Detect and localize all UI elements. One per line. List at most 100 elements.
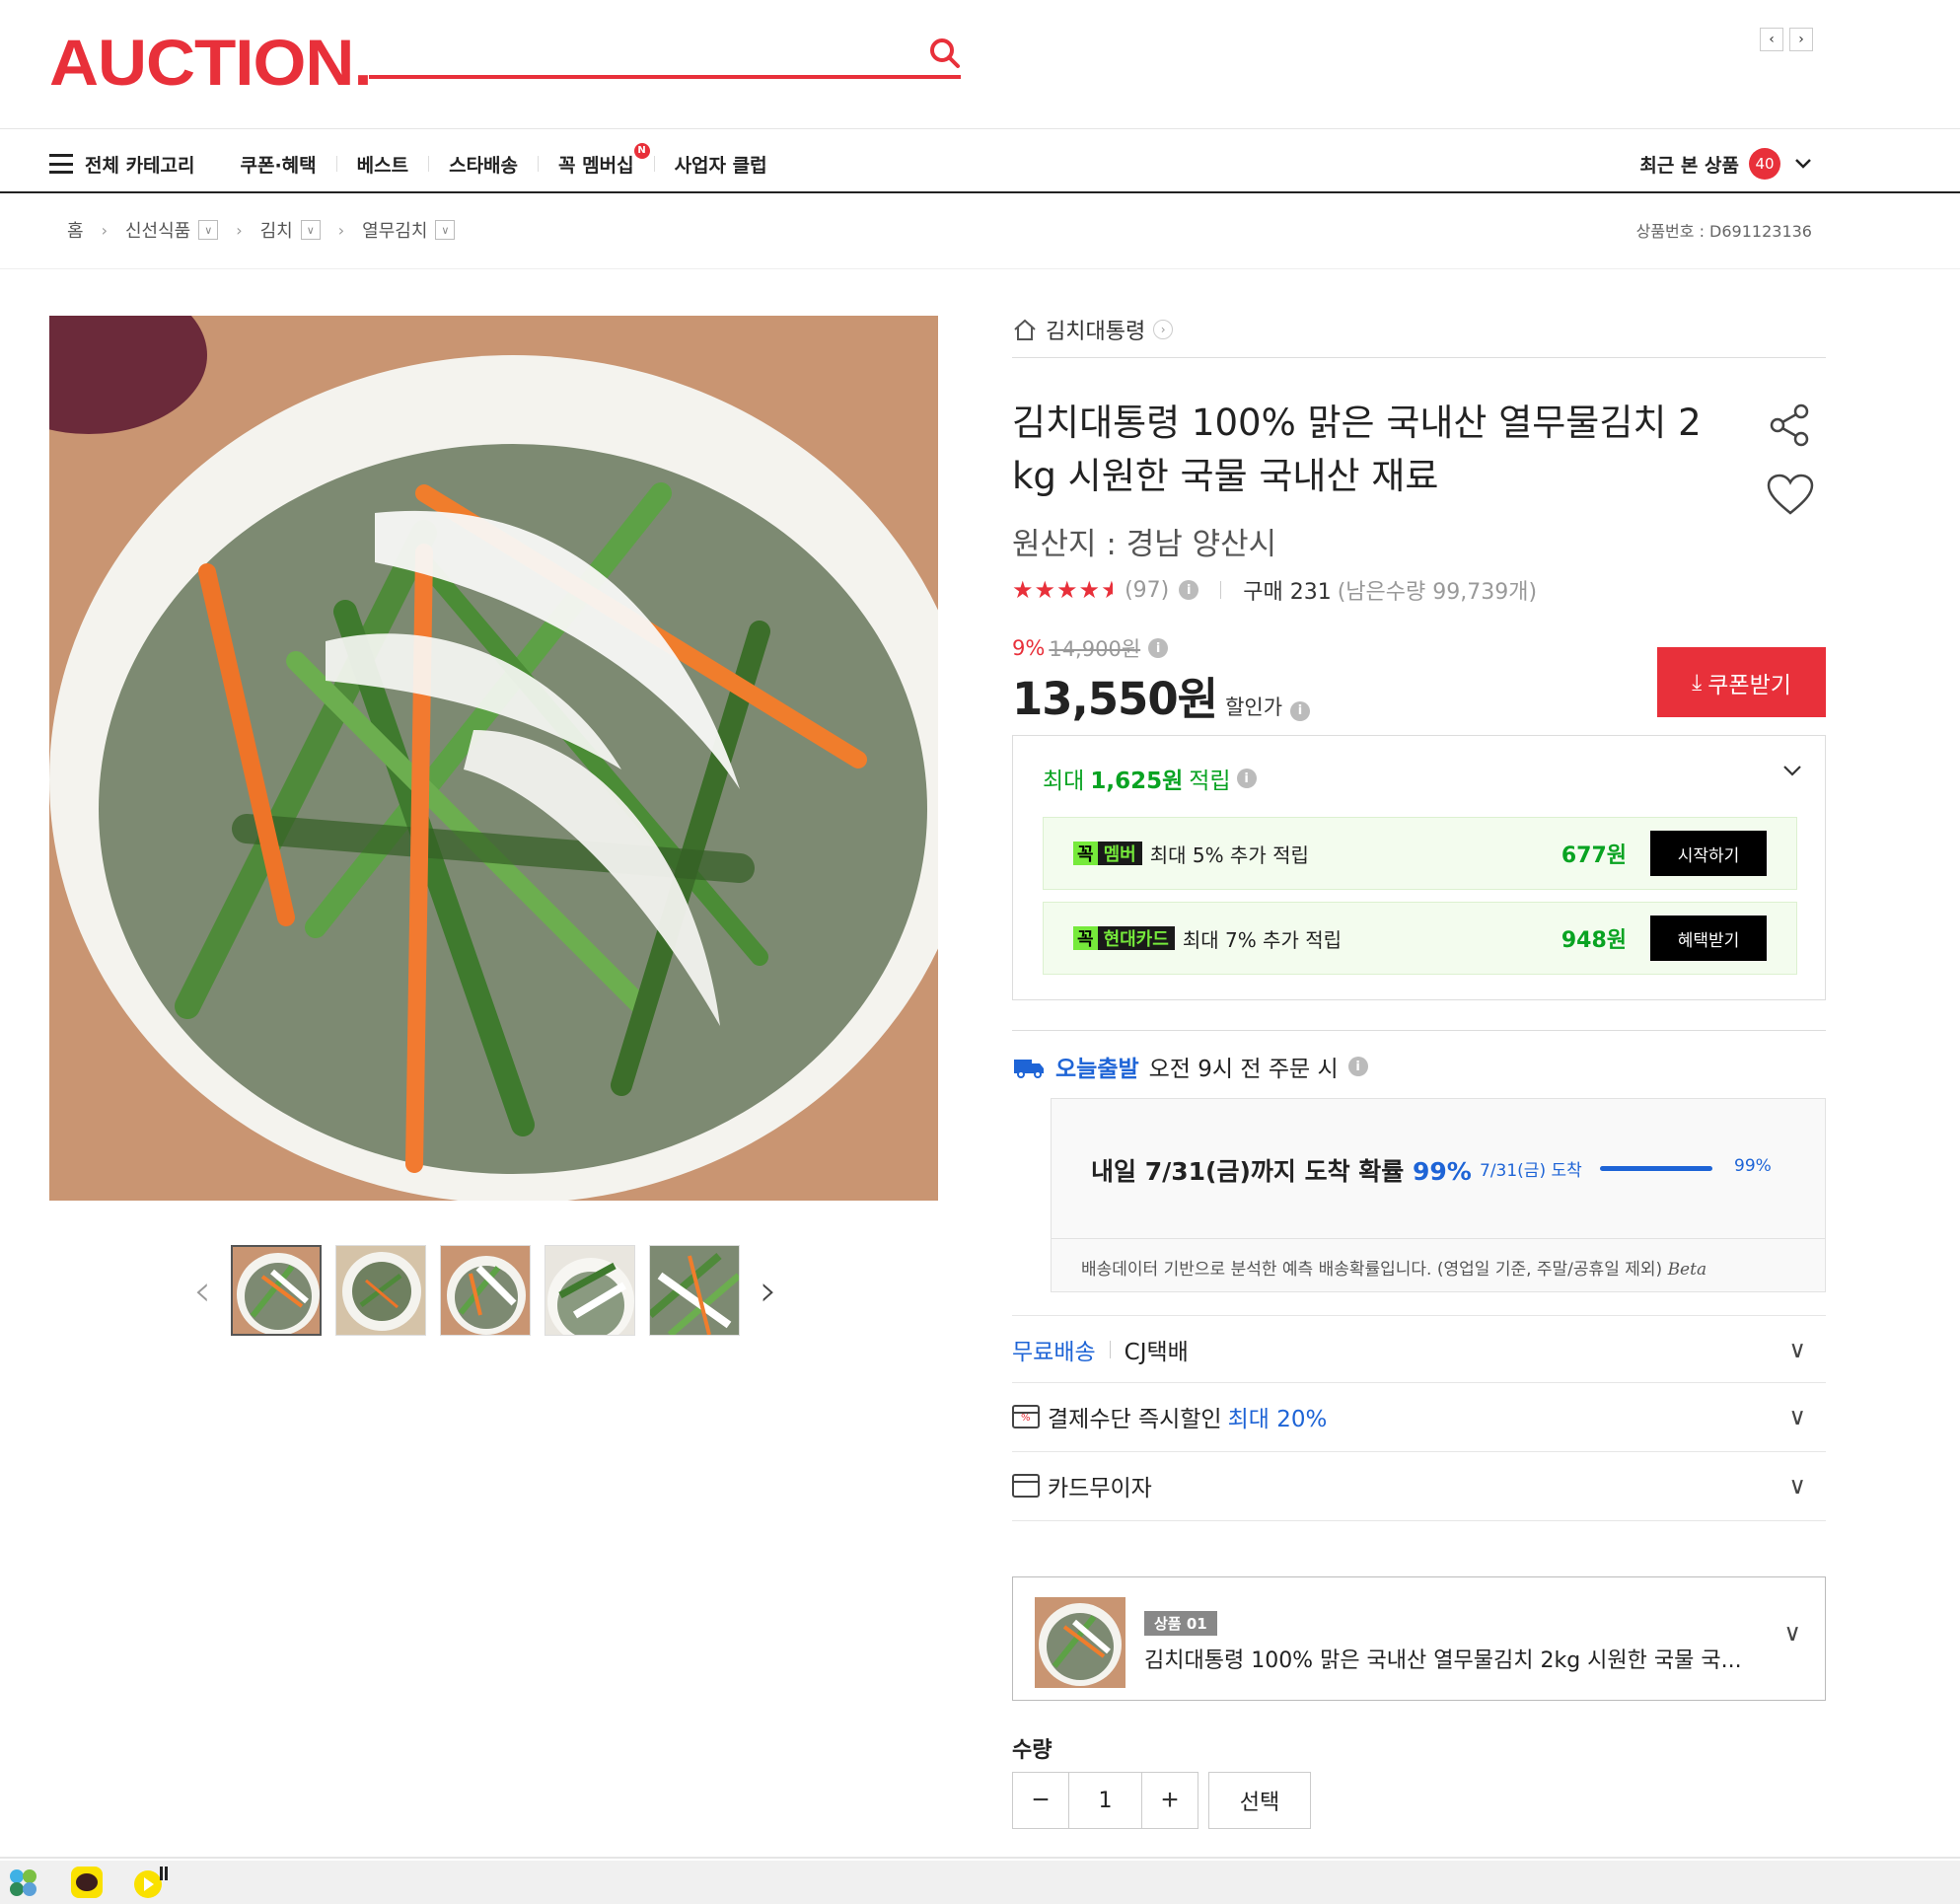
thumbnail[interactable] <box>335 1245 426 1336</box>
chevron-down-icon: ∨ <box>1783 1619 1801 1647</box>
free-shipping-label: 무료배송 <box>1012 1339 1096 1365</box>
breadcrumb-level-1[interactable]: 신선식품 <box>125 217 190 243</box>
remaining-stock: (남은수량 99,739개) <box>1337 580 1538 605</box>
reward-line-card: 꼭 현대카드 최대 7% 추가 적립 948원 혜택받기 <box>1043 902 1797 975</box>
increase-button[interactable]: + <box>1142 1773 1198 1828</box>
share-icon[interactable] <box>1768 403 1813 448</box>
options-divider <box>1012 1520 1826 1521</box>
get-benefit-button[interactable]: 혜택받기 <box>1650 915 1767 961</box>
chevron-down-icon: ∨ <box>1788 1402 1806 1430</box>
arrival-text: 내일 7/31(금)까지 도착 확률 <box>1091 1157 1405 1186</box>
media-player-icon[interactable] <box>132 1865 172 1900</box>
quantity-value[interactable]: 1 <box>1068 1773 1142 1828</box>
reward-header[interactable]: 최대 1,625원 적립 i <box>1043 762 1257 795</box>
product-number: 상품번호 : D691123136 <box>1635 222 1812 241</box>
nav-coupon[interactable]: 쿠폰·혜택 <box>221 151 336 178</box>
installment-label: 카드무이자 <box>1048 1475 1152 1501</box>
section-divider <box>1012 1030 1826 1031</box>
sale-price: 13,550원 <box>1012 673 1218 725</box>
recent-count-badge: 40 <box>1749 148 1780 180</box>
search-underline <box>369 75 961 79</box>
breadcrumb-level-3[interactable]: 열무김치 <box>362 217 427 243</box>
arrival-percent-small: 99% <box>1734 1156 1772 1176</box>
dispatch-cutoff: 오전 9시 전 주문 시 <box>1148 1057 1339 1082</box>
search-input[interactable] <box>369 30 902 73</box>
thumbnail[interactable] <box>231 1245 322 1336</box>
breadcrumb-home[interactable]: 홈 <box>67 217 84 243</box>
thumb-next-icon[interactable]: › <box>754 1266 783 1316</box>
start-membership-button[interactable]: 시작하기 <box>1650 831 1767 876</box>
dropdown-icon[interactable]: ∨ <box>435 220 456 240</box>
coupon-download-button[interactable]: ⤓ 쿠폰받기 <box>1657 647 1826 717</box>
shipping-row[interactable]: 무료배송 CJ택배 ∨ <box>1012 1315 1826 1382</box>
header-divider <box>0 128 1960 129</box>
option-name: 김치대통령 100% 맑은 국내산 열무물김치 2kg 시원한 국물 국... <box>1144 1648 1742 1673</box>
star-rating-icon[interactable]: ★★★★★ <box>1012 576 1113 604</box>
chevron-down-icon: ∨ <box>1788 1335 1806 1363</box>
new-badge: N <box>633 142 650 159</box>
reward-line-member: 꼭 멤버 최대 5% 추가 적립 677원 시작하기 <box>1043 817 1797 890</box>
info-icon[interactable]: i <box>1347 1057 1368 1076</box>
main-nav: 전체 카테고리 쿠폰·혜택 베스트 스타배송 꼭 멤버십 N 사업자 클럽 <box>49 138 787 189</box>
home-icon <box>1014 319 1036 340</box>
review-count[interactable]: (97) <box>1125 578 1169 603</box>
quantity-stepper: − 1 + <box>1012 1772 1198 1829</box>
info-icon[interactable]: i <box>1148 638 1169 658</box>
discount-percent: 9% <box>1012 636 1046 660</box>
info-icon[interactable]: i <box>1179 580 1199 600</box>
tag-text: 현대카드 <box>1103 929 1169 950</box>
dropdown-icon[interactable]: ∨ <box>198 220 219 240</box>
info-icon[interactable]: i <box>1290 700 1311 721</box>
breadcrumb-level-2[interactable]: 김치 <box>260 217 293 243</box>
reward-points: 948원 <box>1561 928 1627 953</box>
quantity-label: 수량 <box>1012 1738 1053 1763</box>
store-name: 김치대통령 <box>1046 320 1146 344</box>
info-icon[interactable]: i <box>1236 769 1257 788</box>
nav-divider <box>0 191 1960 193</box>
store-link[interactable]: 김치대통령 › <box>1012 314 1826 345</box>
thumbnail[interactable] <box>649 1245 740 1336</box>
tag-k: 꼭 <box>1073 926 1098 950</box>
select-button[interactable]: 선택 <box>1208 1772 1311 1829</box>
recent-products-label: 최근 본 상품 <box>1639 154 1739 177</box>
recent-products-button[interactable]: 최근 본 상품 40 <box>1639 142 1814 185</box>
app-icon[interactable] <box>6 1865 41 1900</box>
nav-star-delivery[interactable]: 스타배송 <box>429 151 538 178</box>
thumb-prev-icon[interactable]: ‹ <box>187 1266 217 1316</box>
truck-icon <box>1014 1060 1044 1078</box>
credit-card-icon <box>1012 1473 1040 1498</box>
chevron-down-icon[interactable] <box>1781 760 1803 781</box>
purchase-count: 구매 231 <box>1243 580 1332 605</box>
thumbnail[interactable] <box>440 1245 531 1336</box>
search-icon[interactable] <box>927 36 963 71</box>
reward-panel: 최대 1,625원 적립 i 꼭 멤버 최대 5% 추가 적립 677원 시작하기… <box>1012 735 1826 1000</box>
nav-best[interactable]: 베스트 <box>337 151 428 178</box>
auction-logo[interactable]: AUCTION. <box>49 30 373 95</box>
payment-discount-max: 최대 20% <box>1227 1406 1328 1432</box>
nav-membership-label: 꼭 멤버십 <box>558 154 634 177</box>
chevron-down-icon: ∨ <box>1788 1471 1806 1500</box>
thumbnail[interactable] <box>544 1245 635 1336</box>
card-discount-icon <box>1012 1404 1040 1428</box>
chevron-right-icon: › <box>1153 320 1174 339</box>
reward-points: 677원 <box>1561 843 1627 868</box>
nav-business-club[interactable]: 사업자 클럽 <box>655 151 787 178</box>
next-banner-button[interactable]: › <box>1789 28 1813 51</box>
card-tag: 꼭 현대카드 <box>1073 926 1175 950</box>
rating-separator <box>1220 581 1222 599</box>
nav-membership[interactable]: 꼭 멤버십 N <box>539 142 654 178</box>
dropdown-icon[interactable]: ∨ <box>300 220 321 240</box>
prev-banner-button[interactable]: ‹ <box>1760 28 1783 51</box>
all-category-button[interactable]: 전체 카테고리 <box>49 151 195 178</box>
kakaotalk-icon[interactable] <box>69 1865 105 1900</box>
delivery-header: 오늘출발 오전 9시 전 주문 시 i <box>1012 1050 1826 1083</box>
arrival-percent: 99% <box>1413 1157 1472 1186</box>
installment-row[interactable]: 카드무이자 ∨ <box>1012 1451 1826 1518</box>
payment-discount-row[interactable]: 결제수단 즉시할인 최대 20% ∨ <box>1012 1382 1826 1449</box>
main-product-image[interactable] <box>49 316 938 1201</box>
heart-icon[interactable] <box>1766 474 1815 517</box>
product-option-select[interactable]: 상품 01 김치대통령 100% 맑은 국내산 열무물김치 2kg 시원한 국물… <box>1012 1576 1826 1701</box>
reward-suffix: 적립 <box>1189 769 1231 794</box>
beta-label: Beta <box>1667 1260 1707 1280</box>
decrease-button[interactable]: − <box>1013 1773 1068 1828</box>
